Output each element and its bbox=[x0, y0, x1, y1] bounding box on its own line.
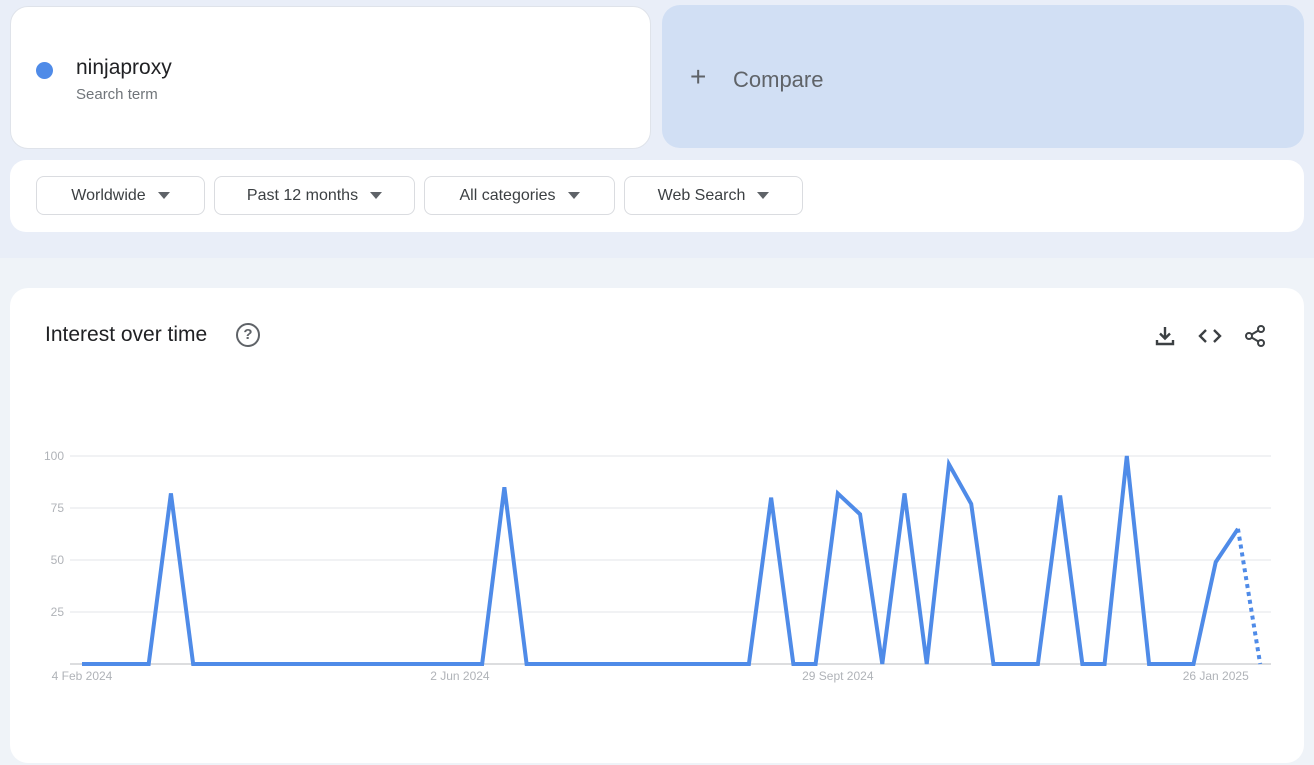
filter-category-dropdown[interactable]: All categories bbox=[424, 176, 615, 215]
chart-gridlines bbox=[70, 455, 1271, 665]
y-axis-labels: 25 50 75 100 bbox=[44, 449, 64, 619]
filter-time-dropdown[interactable]: Past 12 months bbox=[214, 176, 415, 215]
filter-region-dropdown[interactable]: Worldwide bbox=[36, 176, 205, 215]
y-tick-label: 75 bbox=[51, 501, 65, 515]
plus-icon: + bbox=[690, 61, 707, 92]
y-tick-label: 25 bbox=[51, 605, 65, 619]
caret-down-icon bbox=[567, 192, 580, 199]
x-tick-label: 29 Sept 2024 bbox=[802, 669, 874, 683]
caret-down-icon bbox=[157, 192, 170, 199]
x-tick-label: 26 Jan 2025 bbox=[1183, 669, 1249, 683]
filter-bar: Worldwide Past 12 months All categories … bbox=[10, 160, 1304, 232]
series-line-partial bbox=[1235, 528, 1263, 665]
search-term-subtitle: Search term bbox=[76, 86, 158, 103]
filter-category-label: All categories bbox=[459, 186, 556, 204]
line-chart: 25 50 75 100 4 Feb 2024 2 Jun 2024 29 Sept 20… bbox=[44, 449, 1271, 683]
filter-search-type-label: Web Search bbox=[657, 186, 746, 204]
x-tick-label: 2 Jun 2024 bbox=[430, 669, 490, 683]
x-tick-label: 4 Feb 2024 bbox=[52, 669, 113, 683]
y-tick-label: 50 bbox=[51, 553, 65, 567]
x-axis-labels: 4 Feb 2024 2 Jun 2024 29 Sept 2024 26 Jan 2… bbox=[52, 669, 1249, 683]
compare-label: Compare bbox=[733, 67, 824, 92]
filter-time-label: Past 12 months bbox=[246, 186, 359, 204]
filter-region-label: Worldwide bbox=[71, 186, 146, 204]
y-tick-label: 100 bbox=[44, 449, 64, 463]
filter-search-type-dropdown[interactable]: Web Search bbox=[624, 176, 803, 215]
interest-over-time-panel: Interest over time ? 25 50 75 100 4 Feb 202… bbox=[10, 288, 1304, 763]
compare-button[interactable]: + Compare bbox=[662, 5, 1304, 148]
series-color-dot bbox=[36, 62, 53, 79]
search-term-card[interactable]: ninjaproxy Search term bbox=[10, 6, 651, 149]
caret-down-icon bbox=[370, 192, 383, 199]
caret-down-icon bbox=[757, 192, 770, 199]
search-term-name[interactable]: ninjaproxy bbox=[76, 56, 172, 80]
